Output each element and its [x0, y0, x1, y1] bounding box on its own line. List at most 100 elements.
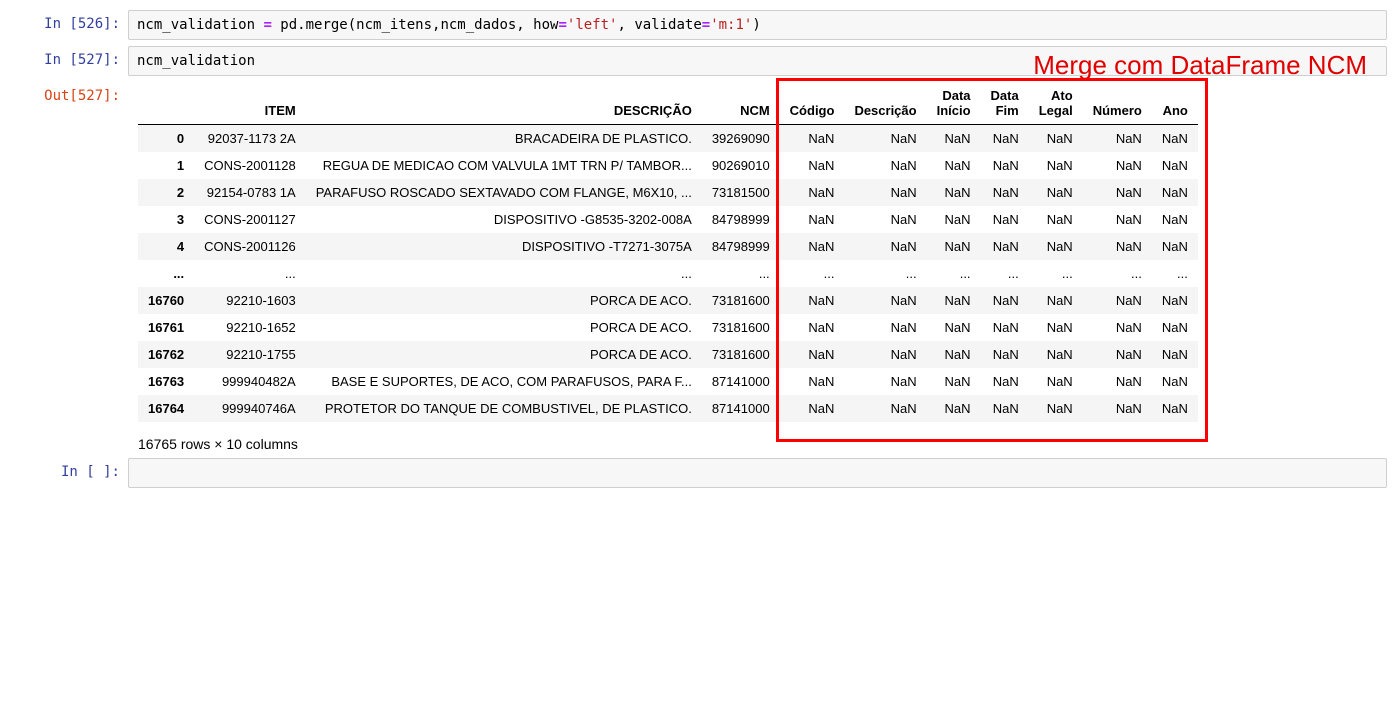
cell: NaN [927, 179, 981, 206]
cell: NaN [844, 341, 926, 368]
cell: NaN [1029, 287, 1083, 314]
cell: 73181500 [702, 179, 780, 206]
cell: 999940482A [194, 368, 306, 395]
row-index: 16763 [138, 368, 194, 395]
table-row: 1676192210-1652PORCA DE ACO.73181600NaNN… [138, 314, 1198, 341]
cell: NaN [844, 179, 926, 206]
cell: NaN [1083, 341, 1152, 368]
cell: 92210-1652 [194, 314, 306, 341]
cell: NaN [927, 233, 981, 260]
code-cell-empty: In [ ]: [10, 458, 1387, 488]
cell: 84798999 [702, 233, 780, 260]
row-index: 16760 [138, 287, 194, 314]
cell: NaN [1152, 206, 1198, 233]
cell: NaN [1083, 368, 1152, 395]
cell: NaN [927, 341, 981, 368]
cell: NaN [981, 341, 1029, 368]
table-row: 092037-1173 2ABRACADEIRA DE PLASTICO.392… [138, 125, 1198, 153]
cell: ... [1029, 260, 1083, 287]
row-index: 0 [138, 125, 194, 153]
row-index: 3 [138, 206, 194, 233]
table-row: ................................. [138, 260, 1198, 287]
cell: PORCA DE ACO. [306, 341, 702, 368]
cell: 73181600 [702, 341, 780, 368]
cell: 92210-1603 [194, 287, 306, 314]
cell: BRACADEIRA DE PLASTICO. [306, 125, 702, 153]
code-input-empty[interactable] [128, 458, 1387, 488]
cell: NaN [780, 395, 845, 422]
code-input-526[interactable]: ncm_validation = pd.merge(ncm_itens,ncm_… [128, 10, 1387, 40]
cell: PARAFUSO ROSCADO SEXTAVADO COM FLANGE, M… [306, 179, 702, 206]
cell: NaN [780, 125, 845, 153]
code-token: 'm:1' [710, 17, 752, 33]
row-index: 2 [138, 179, 194, 206]
cell: BASE E SUPORTES, DE ACO, COM PARAFUSOS, … [306, 368, 702, 395]
cell: ... [780, 260, 845, 287]
cell: NaN [981, 125, 1029, 153]
code-token: , validate [617, 17, 701, 33]
cell: NaN [981, 206, 1029, 233]
annotation-merge-label: Merge com DataFrame NCM [1033, 50, 1367, 81]
code-token: pd.merge(ncm_itens,ncm_dados, how [272, 17, 559, 33]
cell: NaN [1083, 395, 1152, 422]
col-header: ITEM [194, 82, 306, 125]
table-row: 1676292210-1755PORCA DE ACO.73181600NaNN… [138, 341, 1198, 368]
cell: ... [927, 260, 981, 287]
cell: NaN [927, 152, 981, 179]
cell: NaN [844, 233, 926, 260]
cell: NaN [1083, 152, 1152, 179]
cell: NaN [780, 368, 845, 395]
col-header: NCM [702, 82, 780, 125]
output-prompt-527: Out[527]: [10, 82, 128, 452]
cell: 39269090 [702, 125, 780, 153]
cell: PROTETOR DO TANQUE DE COMBUSTIVEL, DE PL… [306, 395, 702, 422]
col-header: AtoLegal [1029, 82, 1083, 125]
cell: NaN [844, 368, 926, 395]
code-cell-526: In [526]: ncm_validation = pd.merge(ncm_… [10, 10, 1387, 40]
cell: NaN [780, 314, 845, 341]
col-header: Ano [1152, 82, 1198, 125]
cell: NaN [981, 233, 1029, 260]
cell: CONS-2001128 [194, 152, 306, 179]
cell: NaN [927, 314, 981, 341]
cell: NaN [1029, 314, 1083, 341]
table-row: 16763999940482ABASE E SUPORTES, DE ACO, … [138, 368, 1198, 395]
cell: 73181600 [702, 287, 780, 314]
cell: NaN [1029, 341, 1083, 368]
cell: CONS-2001126 [194, 233, 306, 260]
code-token: ncm_validation [137, 17, 263, 33]
cell: NaN [927, 368, 981, 395]
row-index: ... [138, 260, 194, 287]
cell: CONS-2001127 [194, 206, 306, 233]
row-index: 16764 [138, 395, 194, 422]
table-row: 4CONS-2001126DISPOSITIVO -T7271-3075A847… [138, 233, 1198, 260]
cell: 92154-0783 1A [194, 179, 306, 206]
input-prompt-527: In [527]: [10, 46, 128, 76]
cell: 92210-1755 [194, 341, 306, 368]
cell: NaN [927, 287, 981, 314]
dataframe-shape-caption: 16765 rows × 10 columns [138, 430, 1387, 452]
cell: NaN [1083, 287, 1152, 314]
cell: NaN [844, 314, 926, 341]
code-token: = [558, 17, 566, 33]
output-cell-527: Out[527]: Merge com DataFrame NCM ITEMDE… [10, 82, 1387, 452]
cell: PORCA DE ACO. [306, 314, 702, 341]
cell: NaN [1152, 125, 1198, 153]
cell: NaN [1152, 368, 1198, 395]
cell: NaN [1029, 152, 1083, 179]
cell: NaN [780, 206, 845, 233]
cell: NaN [1083, 314, 1152, 341]
row-index: 16762 [138, 341, 194, 368]
col-header [138, 82, 194, 125]
cell: NaN [1029, 125, 1083, 153]
cell: DISPOSITIVO -G8535-3202-008A [306, 206, 702, 233]
cell: ... [306, 260, 702, 287]
cell: NaN [981, 395, 1029, 422]
table-header-row: ITEMDESCRIÇÃONCMCódigoDescriçãoDataIníci… [138, 82, 1198, 125]
input-prompt-empty: In [ ]: [10, 458, 128, 488]
col-header: DataInício [927, 82, 981, 125]
cell: DISPOSITIVO -T7271-3075A [306, 233, 702, 260]
cell: 92037-1173 2A [194, 125, 306, 153]
row-index: 1 [138, 152, 194, 179]
cell: NaN [981, 152, 1029, 179]
